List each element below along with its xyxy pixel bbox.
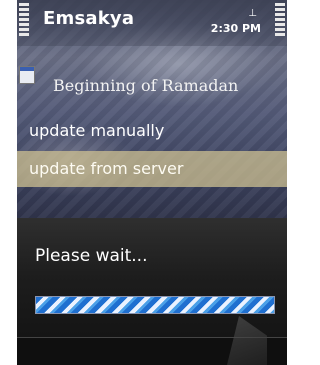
clock: 2:30 PM xyxy=(210,22,261,35)
calendar-icon xyxy=(19,66,35,84)
network-icon: ⊥ xyxy=(248,8,257,19)
page-title: Beginning of Ramadan xyxy=(53,76,239,95)
page-header: Beginning of Ramadan xyxy=(17,64,287,104)
phone-screen: Emsakya ⊥ 2:30 PM Beginning of Ramadan u… xyxy=(17,0,287,365)
battery-icon xyxy=(275,3,285,43)
progress-bar xyxy=(35,296,275,314)
menu-item-update-from-server[interactable]: update from server xyxy=(17,151,287,187)
menu-item-label: update manually xyxy=(29,121,165,140)
app-title: Emsakya xyxy=(43,8,135,29)
status-bar: Emsakya ⊥ 2:30 PM xyxy=(17,0,287,46)
dialog-message: Please wait... xyxy=(35,246,148,266)
signal-strength-icon xyxy=(19,3,29,43)
progress-fill xyxy=(36,297,274,313)
menu-item-update-manually[interactable]: update manually xyxy=(17,113,287,149)
menu-item-label: update from server xyxy=(29,159,184,178)
